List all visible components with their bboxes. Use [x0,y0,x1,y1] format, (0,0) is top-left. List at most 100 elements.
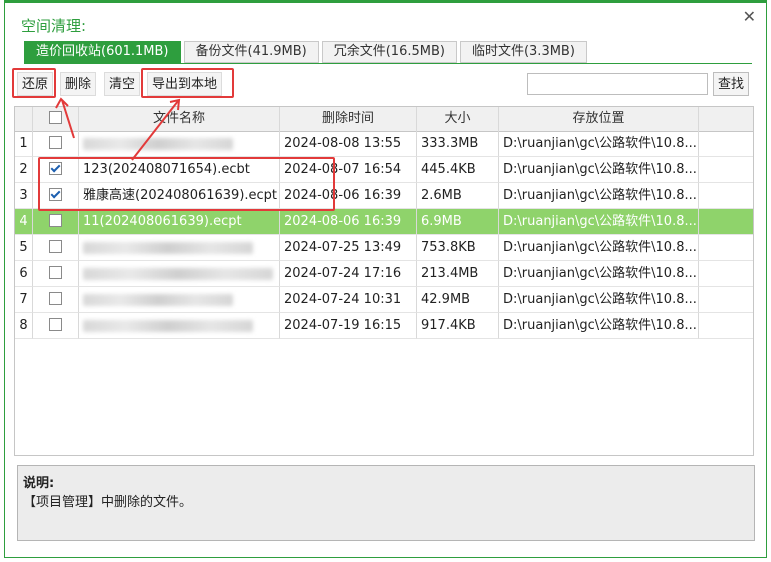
row-checkbox-cell[interactable] [33,261,79,287]
file-name-text: 123(202408071654).ecbt [83,162,250,177]
table-row[interactable]: 2 123(202408071654).ecbt 2024-08-07 16:54 4… [15,157,753,183]
delete-button[interactable]: 删除 [60,72,97,96]
delete-time: 2024-08-06 16:39 [280,183,417,209]
file-size: 6.9MB [417,209,499,235]
row-filler [699,235,753,261]
description-panel: 说明: 【项目管理】中删除的文件。 [17,465,755,541]
description-text: 【项目管理】中删除的文件。 [23,495,193,510]
file-name-text: 11(202408061639).ecpt [83,214,242,229]
storage-location: D:\ruanjian\gc\公路软件\10.8... [499,261,699,287]
file-size: 213.4MB [417,261,499,287]
row-index: 1 [15,131,33,157]
delete-time: 2024-07-24 10:31 [280,287,417,313]
file-name: 雅康高速(202408061639).ecpt [79,183,280,209]
blurred-file-name [83,137,233,150]
row-checkbox[interactable] [49,214,62,227]
row-checkbox-cell[interactable] [33,235,79,261]
delete-time: 2024-08-08 13:55 [280,131,417,157]
delete-time: 2024-07-25 13:49 [280,235,417,261]
row-checkbox-cell[interactable] [33,183,79,209]
table-row[interactable]: 4 11(202408061639).ecpt 2024-08-06 16:39 6.… [15,209,753,235]
storage-location: D:\ruanjian\gc\公路软件\10.8... [499,183,699,209]
row-index: 6 [15,261,33,287]
close-icon[interactable]: ✕ [743,7,756,26]
storage-location: D:\ruanjian\gc\公路软件\10.8... [499,313,699,339]
header-index [15,107,33,131]
row-checkbox[interactable] [49,162,62,175]
row-checkbox-cell[interactable] [33,157,79,183]
file-name: 123(202408071654).ecbt [79,157,280,183]
row-filler [699,313,753,339]
header-location[interactable]: 存放位置 [499,107,699,131]
row-filler [699,183,753,209]
tab-recycle-bin[interactable]: 造价回收站(601.1MB) [24,41,181,63]
row-checkbox-cell[interactable] [33,313,79,339]
row-filler [699,261,753,287]
file-name-text: 雅康高速(202408061639).ecpt [83,188,278,203]
row-index: 4 [15,209,33,235]
delete-time: 2024-08-07 16:54 [280,157,417,183]
blurred-file-name [83,319,253,332]
select-all-checkbox[interactable] [49,111,62,124]
table-row[interactable]: 1 2024-08-08 13:55 333.3MB D:\ruanjian\gc\公… [15,131,753,157]
table-header: 文件名称 删除时间 大小 存放位置 [15,107,753,132]
tab-backup-files[interactable]: 备份文件(41.9MB) [183,41,319,63]
header-filler [699,107,753,131]
delete-time: 2024-08-06 16:39 [280,209,417,235]
tab-bar: 造价回收站(601.1MB) 备份文件(41.9MB) 冗余文件(16.5MB)… [24,41,590,63]
file-size: 2.6MB [417,183,499,209]
tab-redundant-files[interactable]: 冗余文件(16.5MB) [321,41,457,63]
storage-location: D:\ruanjian\gc\公路软件\10.8... [499,131,699,157]
file-size: 333.3MB [417,131,499,157]
row-index: 2 [15,157,33,183]
file-size: 753.8KB [417,235,499,261]
row-filler [699,131,753,157]
file-name: 11(202408061639).ecpt [79,209,280,235]
row-checkbox-cell[interactable] [33,287,79,313]
description-label: 说明: [23,476,55,491]
file-name [79,131,280,157]
file-name [79,235,280,261]
file-name [79,287,280,313]
storage-location: D:\ruanjian\gc\公路软件\10.8... [499,209,699,235]
restore-button[interactable]: 还原 [17,72,54,96]
window-title: 空间清理: [21,17,87,35]
header-select-all[interactable] [33,107,79,131]
row-checkbox[interactable] [49,318,62,331]
header-name[interactable]: 文件名称 [79,107,280,131]
row-filler [699,209,753,235]
table-row[interactable]: 8 2024-07-19 16:15 917.4KB D:\ruanjian\gc\公… [15,313,753,339]
row-index: 3 [15,183,33,209]
search-input[interactable] [527,73,708,95]
header-time[interactable]: 删除时间 [280,107,417,131]
row-checkbox-cell[interactable] [33,131,79,157]
table-row[interactable]: 6 2024-07-24 17:16 213.4MB D:\ruanjian\gc\公… [15,261,753,287]
blurred-file-name [83,241,253,254]
file-table: 文件名称 删除时间 大小 存放位置 1 2024-08-08 13:55 333.3… [14,106,754,456]
header-size[interactable]: 大小 [417,107,499,131]
row-index: 7 [15,287,33,313]
table-row[interactable]: 7 2024-07-24 10:31 42.9MB D:\ruanjian\gc\公路… [15,287,753,313]
clear-button[interactable]: 清空 [104,72,141,96]
row-checkbox-cell[interactable] [33,209,79,235]
row-checkbox[interactable] [49,136,62,149]
row-filler [699,157,753,183]
file-size: 42.9MB [417,287,499,313]
blurred-file-name [83,293,233,306]
row-checkbox[interactable] [49,266,62,279]
delete-time: 2024-07-19 16:15 [280,313,417,339]
file-size: 445.4KB [417,157,499,183]
row-checkbox[interactable] [49,240,62,253]
row-index: 5 [15,235,33,261]
table-row[interactable]: 5 2024-07-25 13:49 753.8KB D:\ruanjian\gc\公… [15,235,753,261]
storage-location: D:\ruanjian\gc\公路软件\10.8... [499,287,699,313]
file-size: 917.4KB [417,313,499,339]
row-checkbox[interactable] [49,292,62,305]
export-to-local-button[interactable]: 导出到本地 [147,72,223,96]
search-button[interactable]: 查找 [713,72,749,96]
tab-temp-files[interactable]: 临时文件(3.3MB) [459,41,587,63]
file-name [79,261,280,287]
tab-underline [24,63,752,64]
row-checkbox[interactable] [49,188,62,201]
table-row[interactable]: 3 雅康高速(202408061639).ecpt 2024-08-06 16:39… [15,183,753,209]
